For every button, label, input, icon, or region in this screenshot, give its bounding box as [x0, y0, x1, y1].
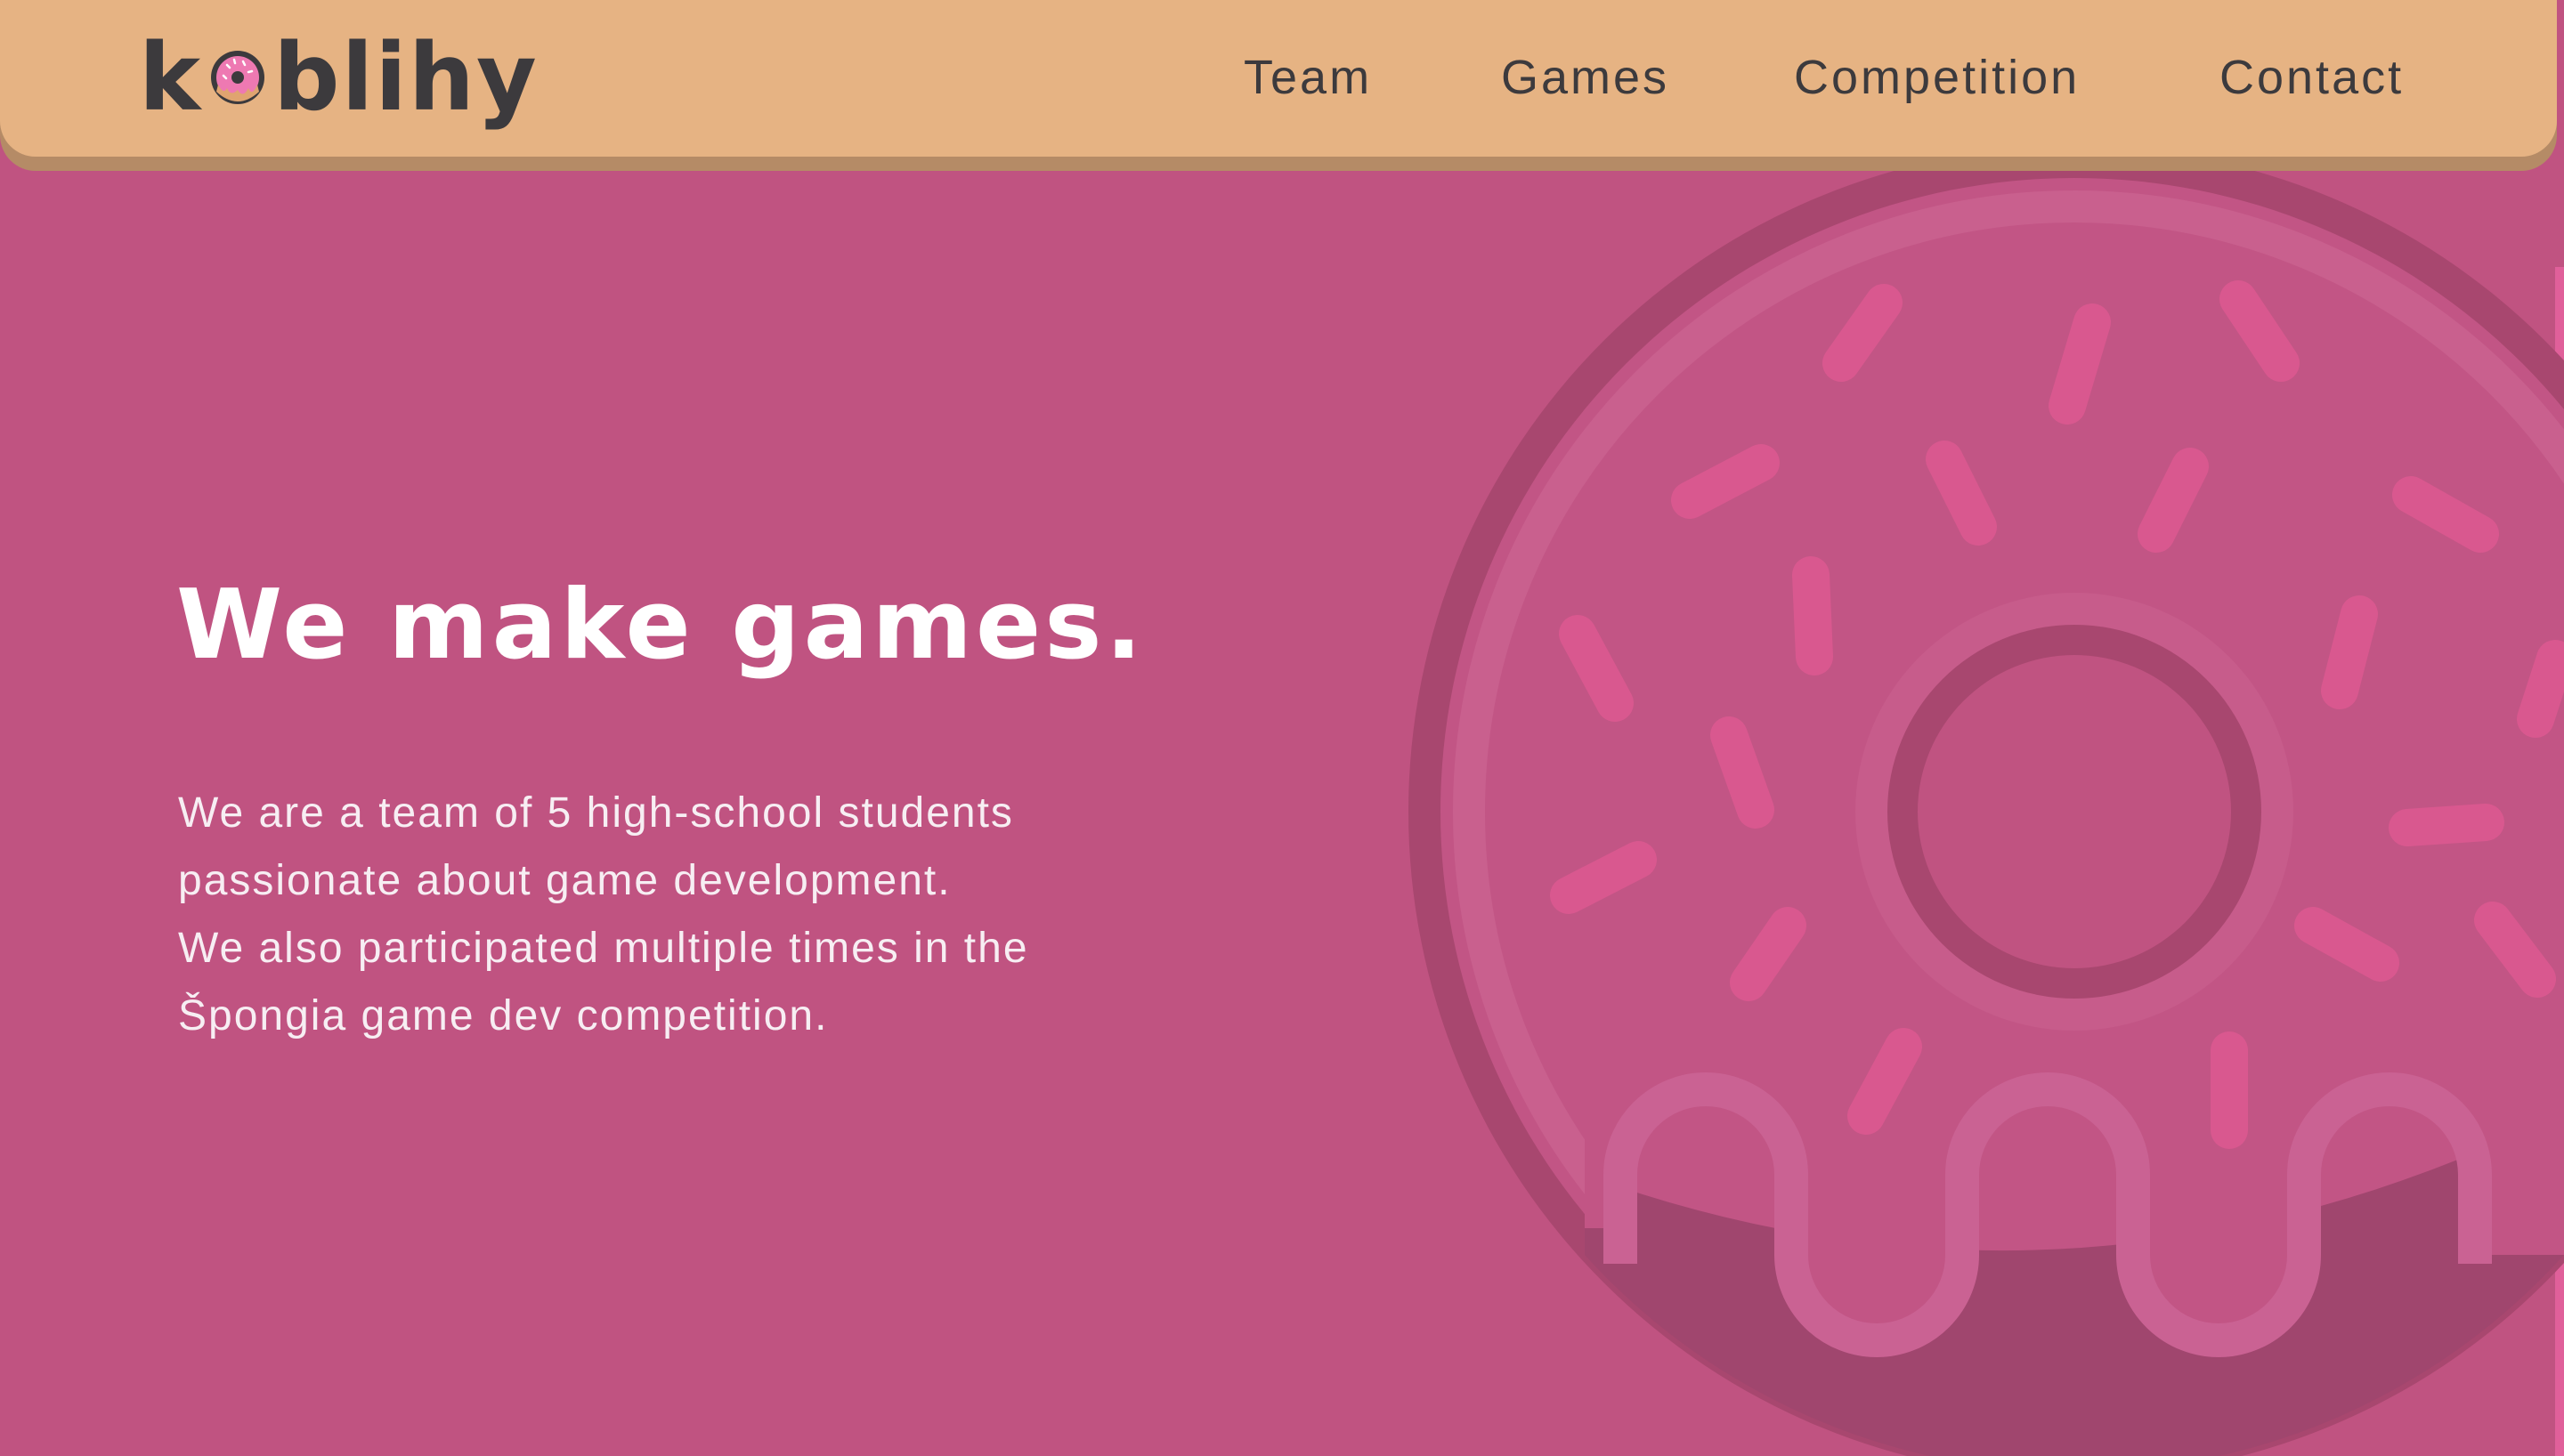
nav-games-link[interactable]: Games — [1501, 50, 1669, 105]
main-nav: Team Games Competition Contact — [0, 50, 2557, 112]
donut-hole — [1918, 655, 2231, 968]
nav-contact-link[interactable]: Contact — [2219, 50, 2404, 105]
hero-headline: We make games. — [176, 570, 1146, 681]
hero-description: We are a team of 5 high-school students … — [178, 780, 1202, 1050]
hero-line: We are a team of 5 high-school students — [178, 789, 1014, 837]
page: k blihy Team Games Competition Contact W… — [0, 0, 2564, 1456]
donut-illustration — [1408, 146, 2564, 1456]
hero-line: passionate about game development. — [178, 857, 952, 904]
site-header: k blihy Team Games Competition Contact — [0, 0, 2557, 157]
nav-competition-link[interactable]: Competition — [1794, 50, 2080, 105]
hero-line: Špongia game dev competition. — [178, 992, 829, 1039]
hero-line: We also participated multiple times in t… — [178, 925, 1029, 972]
nav-team-link[interactable]: Team — [1244, 50, 1372, 105]
